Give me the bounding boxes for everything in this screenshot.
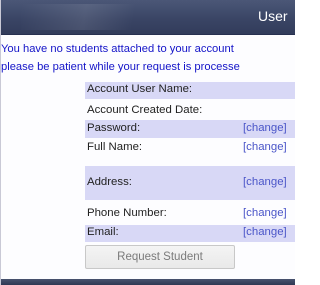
change-phone-number-link[interactable]: [change] [243, 207, 287, 219]
row-full-name: Full Name: [change] [85, 139, 295, 165]
account-created-date-label: Account Created Date: [87, 104, 203, 116]
account-user-name-label: Account User Name: [87, 83, 193, 95]
row-address: Address: [change] [85, 166, 295, 200]
row-account-user-name: Account User Name: [85, 82, 295, 99]
change-password-link[interactable]: [change] [243, 122, 287, 134]
email-label: Email: [87, 226, 119, 238]
row-phone-number: Phone Number: [change] [85, 201, 295, 225]
panel-header: User [1, 0, 295, 35]
change-full-name-link[interactable]: [change] [243, 141, 287, 153]
footer-bar [1, 279, 295, 285]
no-students-notice: You have no students attached to your ac… [1, 40, 295, 76]
notice-line-1: You have no students attached to your ac… [1, 43, 234, 55]
header-decoration [21, 4, 181, 30]
password-label: Password: [87, 122, 141, 134]
address-label: Address: [87, 176, 132, 188]
request-student-button[interactable]: Request Student [85, 245, 235, 269]
change-address-link[interactable]: [change] [243, 176, 287, 188]
phone-number-label: Phone Number: [87, 207, 167, 219]
row-email: Email: [change] [85, 225, 295, 242]
change-email-link[interactable]: [change] [243, 226, 287, 238]
account-panel: User You have no students attached to yo… [0, 0, 295, 285]
full-name-label: Full Name: [87, 141, 143, 153]
row-account-created-date: Account Created Date: [85, 100, 295, 117]
row-password: Password: [change] [85, 120, 295, 138]
notice-line-2: please be patient while your request is … [1, 61, 240, 73]
panel-title: User [258, 8, 288, 24]
